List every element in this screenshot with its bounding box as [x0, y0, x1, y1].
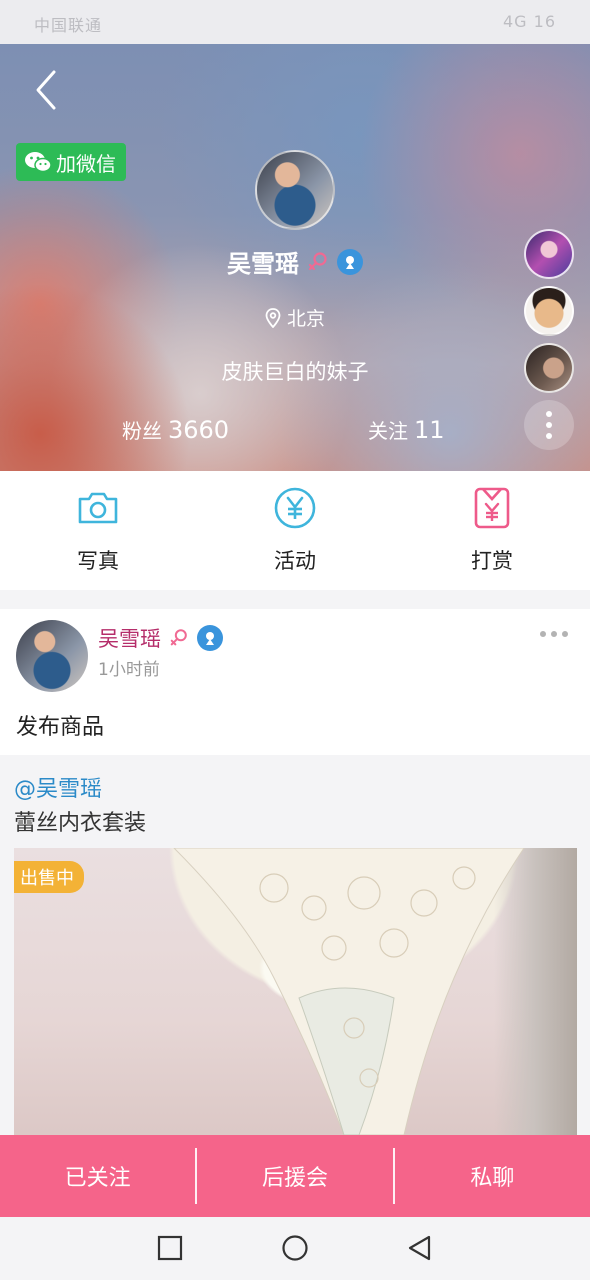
more-dot: [540, 631, 546, 637]
product-block: @吴雪瑶 蕾丝内衣套装 出售中: [0, 755, 590, 1135]
more-dot: [562, 631, 568, 637]
recent-apps-icon[interactable]: [156, 1234, 184, 1262]
menu-item-tip[interactable]: 打赏: [394, 471, 590, 590]
profile-header: 加微信 吴雪瑶 北京 皮肤巨白的妹子 粉丝 3660 关注 11: [0, 44, 590, 471]
on-sale-badge: 出售中: [14, 861, 84, 893]
add-wechat-button[interactable]: 加微信: [16, 143, 126, 181]
post-more-button[interactable]: [540, 631, 568, 637]
menu-item-activity[interactable]: 活动: [197, 471, 393, 590]
product-image[interactable]: 出售中: [14, 848, 577, 1135]
more-dot: [551, 631, 557, 637]
menu-label-activity: 活动: [274, 549, 316, 573]
wechat-icon: [25, 152, 52, 173]
female-icon: [170, 629, 187, 646]
product-title: 蕾丝内衣套装: [14, 811, 147, 836]
fan-club-button[interactable]: 后援会: [197, 1135, 392, 1217]
follows-label: 关注: [368, 419, 408, 443]
status-bar: 中国联通 4G 16: [0, 0, 590, 44]
bottom-action-bar: 已关注 后援会 私聊: [0, 1135, 590, 1217]
post-author-avatar[interactable]: [16, 620, 88, 692]
menu-label-photos: 写真: [77, 549, 119, 573]
post-author-row: 吴雪瑶: [98, 623, 223, 653]
post-author-name[interactable]: 吴雪瑶: [98, 623, 161, 653]
quick-menu: 写真 活动 打赏: [0, 471, 590, 590]
fans-label: 粉丝: [122, 419, 162, 443]
post-card: 吴雪瑶 1小时前 发布商品: [0, 609, 590, 755]
profile-name-row: 吴雪瑶: [0, 244, 590, 279]
female-icon: [308, 251, 327, 270]
side-avatar[interactable]: [524, 343, 574, 393]
more-dot: [546, 411, 552, 417]
profile-bio: 皮肤巨白的妹子: [221, 360, 369, 384]
private-chat-button[interactable]: 私聊: [395, 1135, 590, 1217]
reward-icon: [474, 487, 510, 529]
profile-name: 吴雪瑶: [227, 250, 299, 278]
verified-icon: [337, 248, 363, 275]
carrier-text: 中国联通: [34, 16, 103, 35]
more-dot: [546, 422, 552, 428]
verified-icon: [197, 625, 223, 651]
back-button[interactable]: [28, 68, 68, 112]
chevron-left-icon: [36, 70, 56, 110]
post-text: 发布商品: [16, 715, 105, 740]
follows-stat[interactable]: 关注 11: [368, 415, 445, 444]
yen-circle-icon: [274, 487, 316, 529]
back-triangle-icon[interactable]: [406, 1234, 434, 1262]
more-options-button[interactable]: [524, 400, 574, 450]
status-indicators: 4G 16: [502, 12, 556, 31]
side-avatar[interactable]: [524, 229, 574, 279]
profile-avatar[interactable]: [255, 150, 335, 230]
more-dot: [546, 433, 552, 439]
camera-icon: [78, 492, 118, 524]
location-row: 北京: [0, 304, 590, 331]
system-nav-bar: [0, 1217, 590, 1280]
fans-stat[interactable]: 粉丝 3660: [122, 415, 229, 444]
lace-pattern: [173, 848, 525, 1135]
followed-button[interactable]: 已关注: [0, 1135, 195, 1217]
mention-link[interactable]: @吴雪瑶: [14, 771, 102, 803]
home-icon[interactable]: [281, 1234, 309, 1262]
location-pin-icon: [265, 307, 281, 328]
menu-item-photos[interactable]: 写真: [0, 471, 196, 590]
follows-count: 11: [414, 416, 445, 444]
location-text: 北京: [286, 308, 325, 330]
add-wechat-label: 加微信: [56, 151, 116, 176]
side-avatar[interactable]: [524, 286, 574, 336]
post-timestamp: 1小时前: [98, 660, 160, 680]
menu-label-tip: 打赏: [471, 549, 513, 573]
fans-count: 3660: [168, 416, 230, 444]
